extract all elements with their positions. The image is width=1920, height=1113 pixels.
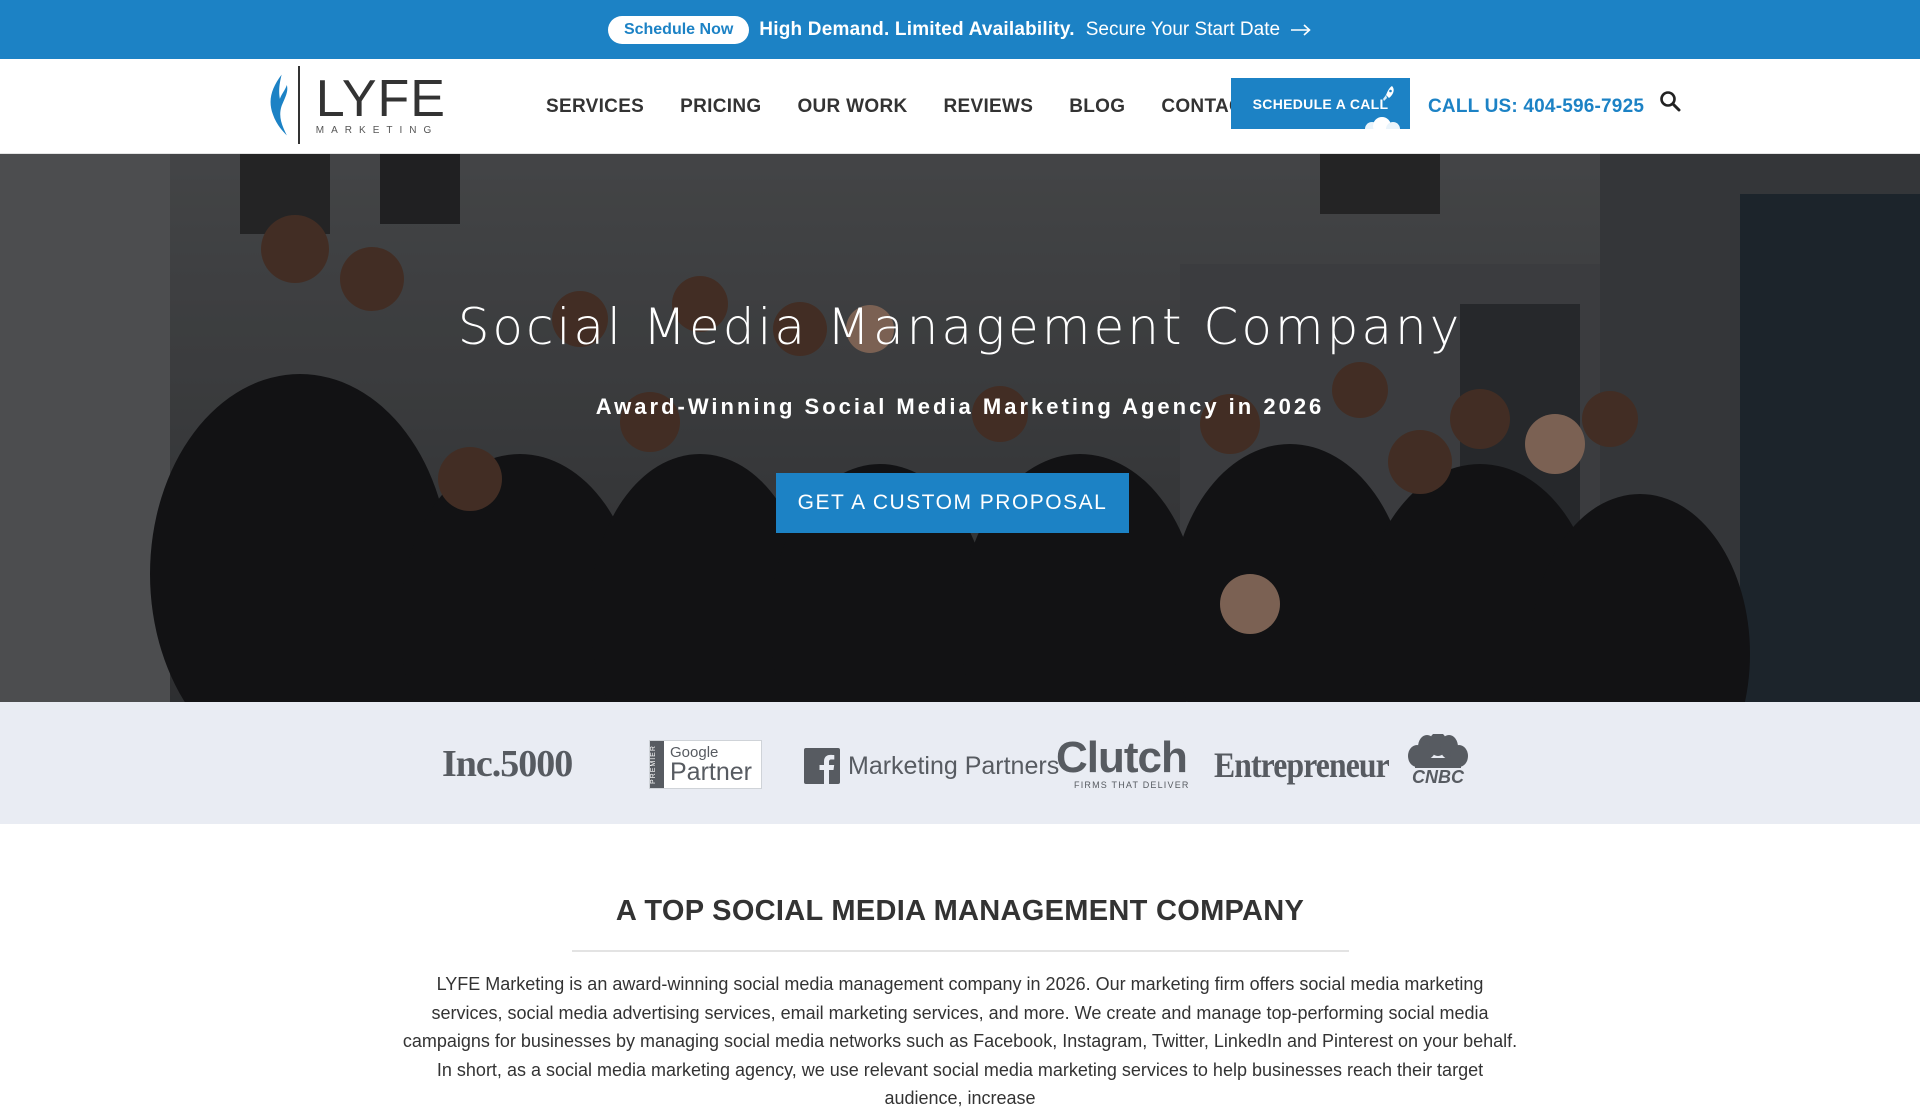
search-icon[interactable] bbox=[1659, 90, 1681, 112]
nav-pricing[interactable]: PRICING bbox=[680, 96, 761, 118]
hero-content: Social Media Management Company Award-Wi… bbox=[0, 154, 1920, 702]
cnbc-peacock-icon bbox=[1408, 734, 1468, 768]
clutch-wordmark: Clutch bbox=[1056, 733, 1188, 782]
clutch-tagline: FIRMS THAT DELIVER bbox=[1074, 780, 1190, 790]
site-header: LYFE MARKETING SERVICES PRICING OUR WORK… bbox=[0, 59, 1920, 154]
call-us-link[interactable]: CALL US: 404-596-7925 bbox=[1428, 59, 1644, 154]
hero-section: Social Media Management Company Award-Wi… bbox=[0, 154, 1920, 702]
announcement-headline: High Demand. Limited Availability. bbox=[759, 18, 1075, 40]
schedule-now-pill[interactable]: Schedule Now bbox=[607, 15, 750, 44]
get-custom-proposal-button[interactable]: GET A CUSTOM PROPOSAL bbox=[776, 473, 1129, 533]
clutch-logo: Clutch FIRMS THAT DELIVER bbox=[1056, 733, 1190, 791]
logo-text: LYFE MARKETING bbox=[315, 69, 446, 136]
entrepreneur-logo: Entrepreneur bbox=[1214, 745, 1390, 785]
partner-word: Partner bbox=[670, 757, 752, 786]
cnbc-wordmark: CNBC bbox=[1412, 767, 1464, 787]
arrow-right-icon bbox=[1291, 23, 1311, 36]
logo-wordmark: LYFE bbox=[315, 69, 446, 128]
cnbc-logo: CNBC bbox=[1405, 734, 1471, 786]
announcement-content[interactable]: Schedule Now High Demand. Limited Availa… bbox=[607, 15, 1312, 44]
hero-title: Social Media Management Company bbox=[457, 298, 1463, 356]
main-nav: SERVICES PRICING OUR WORK REVIEWS BLOG C… bbox=[546, 59, 1255, 154]
schedule-call-label: SCHEDULE A CALL bbox=[1252, 95, 1389, 112]
site-logo[interactable]: LYFE MARKETING bbox=[266, 63, 446, 147]
intro-body-text: LYFE Marketing is an award-winning socia… bbox=[402, 974, 1518, 1108]
nav-our-work[interactable]: OUR WORK bbox=[797, 96, 907, 118]
intro-title: A TOP SOCIAL MEDIA MANAGEMENT COMPANY bbox=[615, 895, 1305, 927]
cloud-icon bbox=[1365, 117, 1400, 129]
nav-reviews[interactable]: REVIEWS bbox=[944, 96, 1034, 118]
logo-subtext: MARKETING bbox=[315, 124, 439, 136]
facebook-icon bbox=[804, 748, 840, 784]
press-logo-strip: Inc.5000 PREMIER Google Partner Marketin… bbox=[0, 702, 1920, 824]
hero-subtitle: Award-Winning Social Media Marketing Age… bbox=[595, 394, 1325, 419]
nav-services[interactable]: SERVICES bbox=[546, 96, 644, 118]
flame-icon bbox=[270, 74, 288, 136]
inc-5000-logo: Inc.5000 bbox=[442, 743, 573, 785]
intro-divider bbox=[572, 950, 1349, 952]
marketing-partners-text: Marketing Partners bbox=[848, 751, 1060, 780]
secure-start-date-link[interactable]: Secure Your Start Date bbox=[1086, 19, 1280, 41]
google-partner-text: Google Partner bbox=[664, 745, 752, 785]
facebook-marketing-partners-logo: Marketing Partners bbox=[804, 748, 1059, 784]
logo-divider bbox=[298, 66, 300, 144]
announcement-bar: Schedule Now High Demand. Limited Availa… bbox=[0, 0, 1920, 59]
google-premier-label: PREMIER bbox=[650, 741, 664, 788]
schedule-call-button[interactable]: SCHEDULE A CALL bbox=[1231, 78, 1410, 129]
rocket-icon bbox=[1383, 86, 1394, 101]
google-partner-logo: PREMIER Google Partner bbox=[649, 740, 762, 789]
nav-blog[interactable]: BLOG bbox=[1069, 96, 1125, 118]
